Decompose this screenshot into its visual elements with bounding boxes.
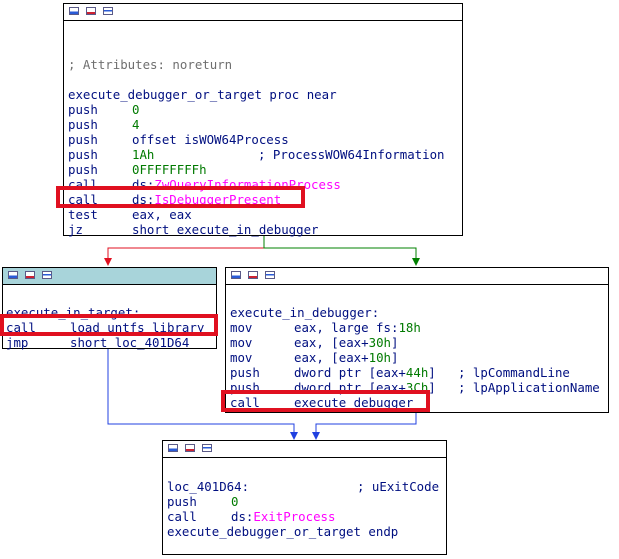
- asm-line[interactable]: push offset isWOW64Process: [68, 132, 289, 147]
- node-execute-in-target[interactable]: execute_in_target: call load_untfs_librar…: [2, 267, 217, 350]
- proc-end-label[interactable]: execute_debugger_or_target endp: [167, 524, 398, 539]
- node-header: [163, 441, 446, 458]
- asm-line[interactable]: push 0: [167, 494, 238, 509]
- asm-line[interactable]: push 0FFFFFFFFh: [68, 162, 207, 177]
- asm-line[interactable]: push 1Ah; ProcessWOW64Information: [68, 147, 445, 162]
- edge-true: [263, 235, 417, 262]
- asm-line[interactable]: test eax, eax: [68, 207, 192, 222]
- graph-icon[interactable]: [168, 444, 178, 452]
- asm-line[interactable]: call ds:ExitProcess: [167, 509, 335, 524]
- graph-icon[interactable]: [69, 7, 79, 15]
- list-icon[interactable]: [103, 7, 113, 15]
- node-header: [3, 268, 216, 285]
- asm-line[interactable]: push dword ptr [eax+44h]; lpCommandLine: [230, 365, 570, 380]
- edge-false-arrow: [104, 258, 112, 266]
- edit-icon[interactable]: [248, 271, 258, 279]
- asm-line[interactable]: push 4: [68, 117, 139, 132]
- edge-right-to-bottom: [315, 412, 417, 436]
- highlight-load-untfs-library: [0, 314, 218, 336]
- node-header: [64, 4, 462, 21]
- list-icon[interactable]: [42, 271, 52, 279]
- proc-label[interactable]: execute_debugger_or_target proc near: [68, 87, 337, 102]
- highlight-execute-debugger: [221, 390, 430, 412]
- asm-line[interactable]: jmp short loc_401D64: [6, 335, 189, 350]
- edge-false: [107, 235, 265, 262]
- asm-line[interactable]: push 0: [68, 102, 139, 117]
- label-execute-in-debugger[interactable]: execute_in_debugger:: [230, 305, 379, 320]
- edge-left-arrow: [290, 432, 298, 440]
- graph-icon[interactable]: [8, 271, 18, 279]
- attributes-comment: ; Attributes: noreturn: [68, 57, 233, 72]
- edit-icon[interactable]: [86, 7, 96, 15]
- asm-line[interactable]: mov eax, large fs:18h: [230, 320, 421, 335]
- list-icon[interactable]: [265, 271, 275, 279]
- edge-right-arrow: [312, 432, 320, 440]
- list-icon[interactable]: [202, 444, 212, 452]
- asm-line[interactable]: mov eax, [eax+10h]: [230, 350, 398, 365]
- asm-line[interactable]: mov eax, [eax+30h]: [230, 335, 398, 350]
- asm-line[interactable]: jz short execute_in_debugger: [68, 222, 319, 237]
- node-loc-401d64[interactable]: loc_401D64:; uExitCode push 0 call ds:Exit…: [162, 440, 447, 555]
- edge-true-arrow: [412, 258, 420, 266]
- highlight-isdebuggerpresent: [56, 186, 305, 208]
- graph-icon[interactable]: [231, 271, 241, 279]
- edit-icon[interactable]: [185, 444, 195, 452]
- edit-icon[interactable]: [25, 271, 35, 279]
- label-loc-401d64[interactable]: loc_401D64:; uExitCode: [167, 479, 439, 494]
- node-header: [226, 268, 608, 285]
